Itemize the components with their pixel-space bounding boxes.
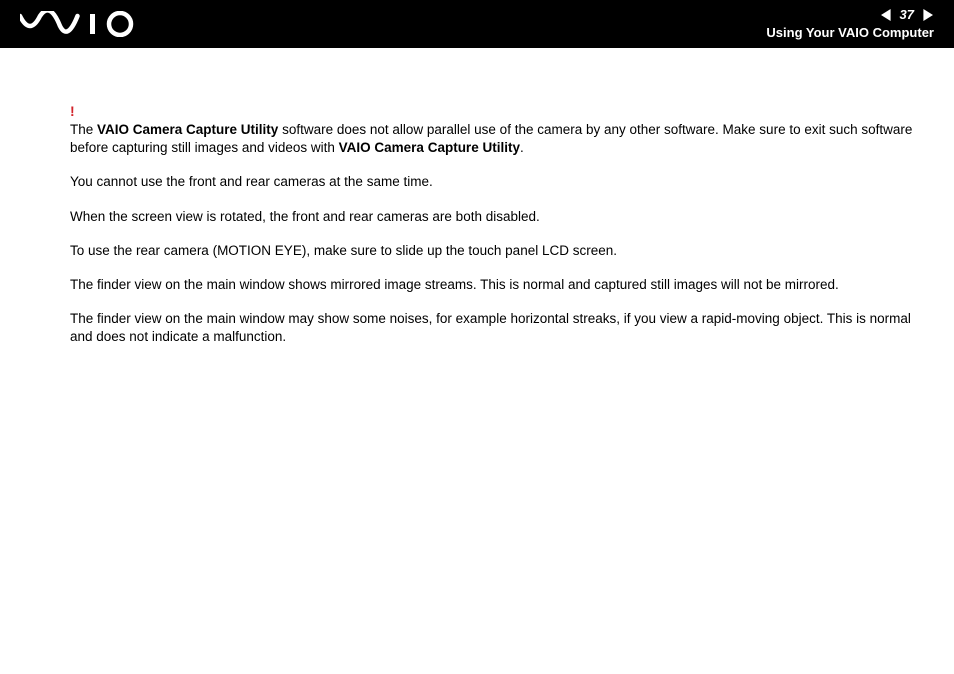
page-content: ! The VAIO Camera Capture Utility softwa… [0,48,954,383]
p1-bold-b: VAIO Camera Capture Utility [97,122,278,137]
warning-block: ! The VAIO Camera Capture Utility softwa… [70,102,934,157]
warning-icon: ! [70,102,934,121]
page-header: 37 Using Your VAIO Computer [0,0,954,48]
p1-text-a: The [70,122,97,137]
section-title: Using Your VAIO Computer [766,24,934,42]
p1-text-e: . [520,140,524,155]
vaio-logo-svg [20,11,140,37]
paragraph-4: To use the rear camera (MOTION EYE), mak… [70,242,934,260]
header-right: 37 Using Your VAIO Computer [766,6,934,42]
p1-bold-d: VAIO Camera Capture Utility [339,140,520,155]
paragraph-5: The finder view on the main window shows… [70,276,934,294]
paragraph-6: The finder view on the main window may s… [70,310,934,346]
page-navigator: 37 [766,6,934,24]
next-page-arrow-icon[interactable] [920,8,934,22]
paragraph-2: You cannot use the front and rear camera… [70,173,934,191]
paragraph-3: When the screen view is rotated, the fro… [70,208,934,226]
vaio-logo [20,0,140,48]
paragraph-1: The VAIO Camera Capture Utility software… [70,121,934,157]
page-number: 37 [900,6,914,24]
prev-page-arrow-icon[interactable] [880,8,894,22]
